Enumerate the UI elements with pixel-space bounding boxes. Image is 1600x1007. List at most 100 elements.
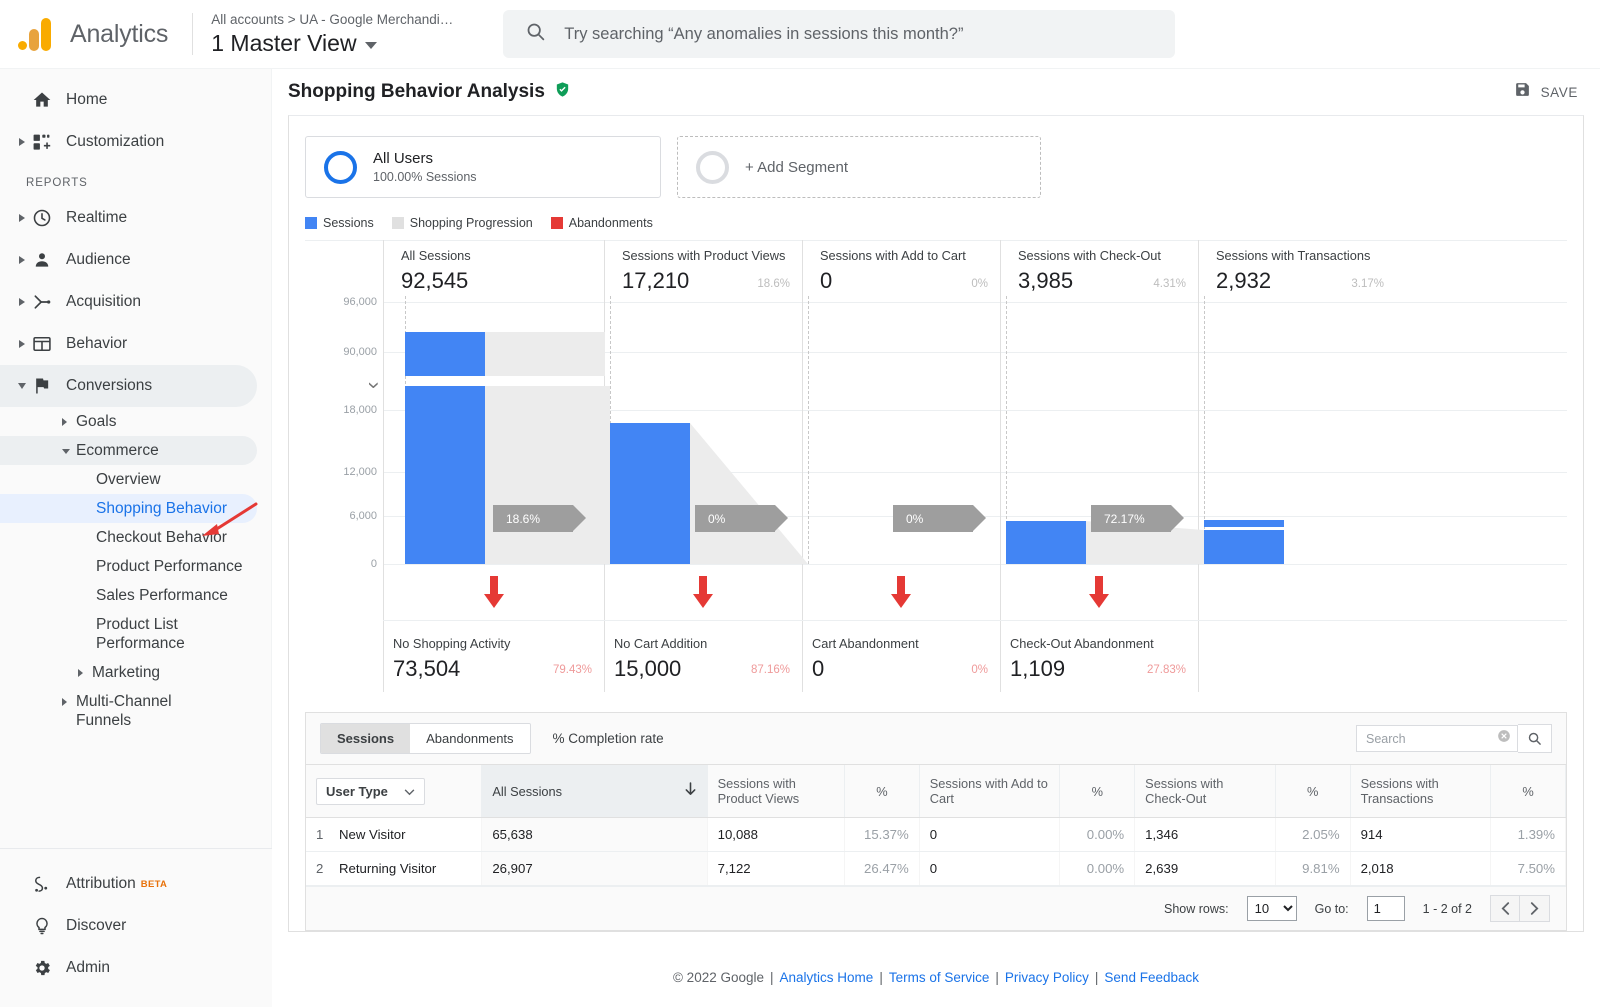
- sidebar-item-overview[interactable]: Overview: [0, 465, 257, 494]
- tab-sessions[interactable]: Sessions: [321, 724, 411, 753]
- sidebar-item-sales-performance[interactable]: Sales Performance: [0, 581, 257, 610]
- progression-pct-chip: 72.17%: [1091, 505, 1184, 532]
- sidebar-item-ecommerce[interactable]: Ecommerce: [0, 436, 257, 465]
- segment-bar: All Users 100.00% Sessions + Add Segment: [289, 116, 1583, 198]
- save-button[interactable]: SAVE: [1514, 81, 1578, 103]
- column-product-views[interactable]: Sessions with Product Views: [707, 765, 846, 818]
- cell-check-out-pct: 9.81%: [1275, 851, 1351, 886]
- separator: |: [879, 969, 883, 985]
- sidebar-subitem-label: Multi-Channel Funnels: [76, 693, 172, 729]
- cell-transactions-pct: 1.39%: [1490, 817, 1566, 852]
- progression-pct-chip: 0%: [893, 505, 986, 532]
- sidebar-item-admin[interactable]: Admin: [0, 947, 258, 989]
- segment-ring-icon: [696, 150, 729, 184]
- column-product-views-pct[interactable]: %: [844, 765, 920, 818]
- legend-label: Abandonments: [568, 216, 653, 230]
- sidebar-item-marketing[interactable]: Marketing: [0, 658, 257, 687]
- sidebar-item-goals[interactable]: Goals: [0, 407, 257, 436]
- column-add-to-cart[interactable]: Sessions with Add to Cart: [919, 765, 1061, 818]
- top-bar: Analytics All accounts > UA - Google Mer…: [0, 0, 1600, 69]
- google-analytics-logo-icon: [14, 14, 58, 54]
- sidebar-item-shopping-behavior[interactable]: Shopping Behavior: [0, 494, 257, 523]
- link-terms-of-service[interactable]: Terms of Service: [889, 970, 990, 985]
- account-selector[interactable]: All accounts > UA - Google Merchandi… 1 …: [211, 10, 453, 58]
- legend-label: Sessions: [323, 216, 374, 230]
- brand-name: Analytics: [70, 19, 169, 48]
- column-check-out[interactable]: Sessions with Check-Out: [1134, 765, 1276, 818]
- sidebar-item-product-performance[interactable]: Product Performance: [0, 552, 257, 581]
- abandonment-label: Cart Abandonment: [812, 636, 919, 651]
- tab-abandonments[interactable]: Abandonments: [410, 724, 530, 753]
- clear-circle-icon[interactable]: [1497, 729, 1511, 748]
- global-search[interactable]: [503, 10, 1176, 58]
- attribution-icon: [32, 874, 66, 894]
- search-input[interactable]: [564, 24, 1154, 44]
- column-transactions[interactable]: Sessions with Transactions: [1350, 765, 1492, 818]
- chevron-right-icon: [14, 340, 30, 348]
- add-segment-button[interactable]: + Add Segment: [677, 136, 1041, 198]
- table-row[interactable]: 1 New Visitor 65,638 10,088 15.37% 0 0.0…: [306, 817, 1566, 852]
- cell-transactions-pct: 7.50%: [1490, 851, 1566, 886]
- segment-all-users[interactable]: All Users 100.00% Sessions: [305, 136, 661, 198]
- sidebar-item-product-list-performance[interactable]: Product List Performance: [0, 610, 257, 658]
- table-search-box[interactable]: [1356, 725, 1518, 752]
- cell-add-to-cart-pct: 0.00%: [1059, 817, 1136, 852]
- sidebar-item-customization[interactable]: Customization: [0, 121, 257, 163]
- chevron-right-icon: [78, 663, 92, 677]
- table-row[interactable]: 2 Returning Visitor 26,907 7,122 26.47% …: [306, 851, 1566, 886]
- abandonment-no-shopping-activity: No Shopping Activity 73,504 79.43%: [383, 620, 604, 692]
- sidebar-item-multi-channel-funnels[interactable]: Multi-Channel Funnels: [0, 687, 257, 735]
- sidebar-subitem-label: Product Performance: [96, 558, 243, 575]
- sidebar-subitem-label: Product List Performance: [96, 616, 185, 652]
- table-search-button[interactable]: [1518, 724, 1552, 753]
- link-analytics-home[interactable]: Analytics Home: [780, 970, 874, 985]
- cell-product-views-pct: 26.47%: [844, 851, 920, 886]
- sidebar-nav-top: Home Customization REPORTS Realtime Audi…: [0, 69, 271, 735]
- save-label: SAVE: [1540, 84, 1578, 100]
- pagination-buttons: [1490, 895, 1550, 922]
- sidebar-item-realtime[interactable]: Realtime: [0, 197, 257, 239]
- view-selector[interactable]: 1 Master View: [211, 29, 453, 58]
- cell-dimension: 1 New Visitor: [306, 817, 483, 852]
- column-check-out-pct[interactable]: %: [1275, 765, 1351, 818]
- link-privacy-policy[interactable]: Privacy Policy: [1005, 970, 1089, 985]
- chevron-down-icon: [404, 784, 415, 799]
- completion-rate-label: % Completion rate: [552, 731, 664, 746]
- sidebar-item-conversions[interactable]: Conversions: [0, 365, 257, 407]
- cell-add-to-cart: 0: [919, 817, 1061, 852]
- funnel-bar-check-out: [1006, 521, 1086, 564]
- save-disk-icon: [1514, 81, 1531, 103]
- abandonment-arrow-cell: [383, 564, 604, 620]
- down-arrow-icon: [483, 576, 504, 608]
- column-add-to-cart-pct[interactable]: %: [1059, 765, 1136, 818]
- sidebar-item-attribution[interactable]: Attribution BETA: [0, 863, 258, 905]
- chevron-down-icon: [62, 441, 76, 454]
- sidebar-item-behavior[interactable]: Behavior: [0, 323, 257, 365]
- next-page-button[interactable]: [1520, 895, 1550, 922]
- sidebar-item-discover[interactable]: Discover: [0, 905, 258, 947]
- abandonment-pct: 27.83%: [1146, 664, 1186, 676]
- cell-transactions: 914: [1350, 817, 1492, 852]
- dimension-selector[interactable]: User Type: [316, 777, 425, 805]
- pagination-range: 1 - 2 of 2: [1422, 901, 1472, 916]
- goto-label: Go to:: [1314, 901, 1349, 916]
- table-search-input[interactable]: [1366, 731, 1497, 746]
- cell-transactions: 2,018: [1350, 851, 1492, 886]
- separator: |: [1094, 969, 1099, 985]
- data-table-card: Sessions Abandonments % Completion rate: [305, 712, 1567, 931]
- sidebar-item-audience[interactable]: Audience: [0, 239, 257, 281]
- column-all-sessions[interactable]: All Sessions: [481, 765, 708, 818]
- cell-product-views-pct: 15.37%: [844, 817, 920, 852]
- link-send-feedback[interactable]: Send Feedback: [1104, 970, 1199, 985]
- show-rows-select[interactable]: 10 25 50 100: [1246, 896, 1297, 921]
- sidebar-item-acquisition[interactable]: Acquisition: [0, 281, 257, 323]
- sidebar-item-checkout-behavior[interactable]: Checkout Behavior: [0, 523, 257, 552]
- dimension-selector-cell[interactable]: User Type: [306, 765, 483, 818]
- goto-page-input[interactable]: [1366, 896, 1405, 921]
- chevron-right-icon: [14, 138, 30, 146]
- segment-name: All Users: [373, 149, 434, 167]
- prev-page-button[interactable]: [1490, 895, 1520, 922]
- sidebar-item-label: Discover: [66, 917, 127, 934]
- column-transactions-pct[interactable]: %: [1490, 765, 1566, 818]
- sidebar-item-home[interactable]: Home: [0, 79, 257, 121]
